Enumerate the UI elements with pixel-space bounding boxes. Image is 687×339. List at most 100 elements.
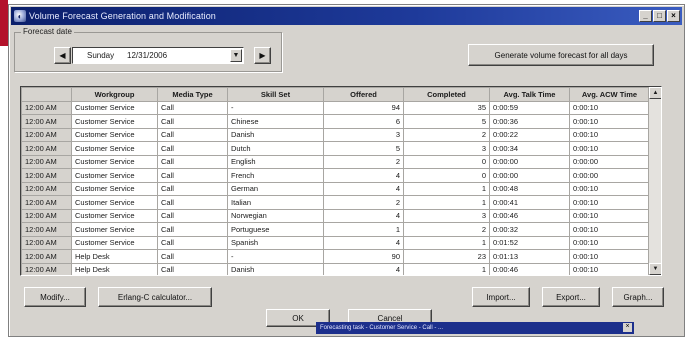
time-cell[interactable]: 12:00 AM bbox=[21, 181, 72, 196]
table-cell[interactable]: Call bbox=[157, 235, 228, 250]
time-cell[interactable]: 12:00 AM bbox=[21, 154, 72, 169]
table-cell[interactable]: Customer Service bbox=[71, 100, 158, 115]
table-row[interactable]: 12:00 AM Customer Service Call Norwegian 4 3 0… bbox=[21, 208, 650, 223]
table-cell[interactable]: Call bbox=[157, 114, 228, 129]
table-cell[interactable]: Call bbox=[157, 181, 228, 196]
table-cell[interactable]: 4 bbox=[323, 208, 404, 223]
table-row[interactable]: 12:00 AM Help Desk Call Danish 4 1 0:00:46 0:00… bbox=[21, 262, 650, 275]
close-button[interactable]: × bbox=[667, 10, 680, 22]
table-cell[interactable]: 0 bbox=[403, 168, 490, 183]
table-cell[interactable]: Customer Service bbox=[71, 141, 158, 156]
previous-day-button[interactable]: ◀ bbox=[54, 47, 71, 64]
column-header[interactable]: Skill Set bbox=[227, 87, 324, 102]
table-cell[interactable]: 35 bbox=[403, 100, 490, 115]
table-cell[interactable]: Customer Service bbox=[71, 235, 158, 250]
table-cell[interactable]: Call bbox=[157, 154, 228, 169]
table-cell[interactable]: Help Desk bbox=[71, 249, 158, 264]
table-row[interactable]: 12:00 AM Customer Service Call Chinese 6 5 0:0… bbox=[21, 114, 650, 129]
table-cell[interactable]: 5 bbox=[323, 141, 404, 156]
time-cell[interactable]: 12:00 AM bbox=[21, 249, 72, 264]
table-cell[interactable]: 23 bbox=[403, 249, 490, 264]
table-cell[interactable]: 0:00:10 bbox=[569, 195, 650, 210]
table-cell[interactable]: 0:00:36 bbox=[489, 114, 570, 129]
status-popup[interactable]: Forecasting task - Customer Service - Ca… bbox=[316, 322, 634, 334]
table-cell[interactable]: 0:00:10 bbox=[569, 262, 650, 275]
table-cell[interactable]: Customer Service bbox=[71, 222, 158, 237]
dropdown-arrow-icon[interactable]: ▼ bbox=[230, 49, 242, 62]
table-cell[interactable]: Chinese bbox=[227, 114, 324, 129]
table-cell[interactable]: 2 bbox=[323, 195, 404, 210]
table-cell[interactable]: English bbox=[227, 154, 324, 169]
table-cell[interactable]: 0 bbox=[403, 154, 490, 169]
table-cell[interactable]: Help Desk bbox=[71, 262, 158, 275]
table-cell[interactable]: Customer Service bbox=[71, 127, 158, 142]
column-header[interactable]: Avg. ACW Time bbox=[569, 87, 650, 102]
table-cell[interactable]: Call bbox=[157, 249, 228, 264]
table-cell[interactable]: Call bbox=[157, 127, 228, 142]
vertical-scrollbar[interactable]: ▲ ▼ bbox=[648, 87, 661, 275]
table-cell[interactable]: 0:01:13 bbox=[489, 249, 570, 264]
table-cell[interactable]: 0:00:10 bbox=[569, 222, 650, 237]
table-cell[interactable]: 3 bbox=[323, 127, 404, 142]
table-cell[interactable]: 0:01:52 bbox=[489, 235, 570, 250]
table-cell[interactable]: Spanish bbox=[227, 235, 324, 250]
table-cell[interactable]: Customer Service bbox=[71, 168, 158, 183]
table-cell[interactable]: 0:00:59 bbox=[489, 100, 570, 115]
time-cell[interactable]: 12:00 AM bbox=[21, 114, 72, 129]
graph-button[interactable]: Graph... bbox=[612, 287, 664, 307]
column-header[interactable]: Avg. Talk Time bbox=[489, 87, 570, 102]
table-cell[interactable]: 5 bbox=[403, 114, 490, 129]
table-cell[interactable]: French bbox=[227, 168, 324, 183]
table-cell[interactable]: Customer Service bbox=[71, 154, 158, 169]
time-cell[interactable]: 12:00 AM bbox=[21, 208, 72, 223]
table-cell[interactable]: 6 bbox=[323, 114, 404, 129]
erlang-calculator-button[interactable]: Erlang-C calculator... bbox=[98, 287, 212, 307]
time-cell[interactable]: 12:00 AM bbox=[21, 262, 72, 275]
table-cell[interactable]: 0:00:10 bbox=[569, 235, 650, 250]
table-cell[interactable]: 0:00:10 bbox=[569, 114, 650, 129]
table-cell[interactable]: Call bbox=[157, 141, 228, 156]
table-row[interactable]: 12:00 AM Help Desk Call -90 23 0:01:13 0:00:10 bbox=[21, 249, 650, 264]
table-cell[interactable]: 4 bbox=[323, 235, 404, 250]
time-cell[interactable]: 12:00 AM bbox=[21, 127, 72, 142]
column-header[interactable]: Media Type bbox=[157, 87, 228, 102]
scroll-up-icon[interactable]: ▲ bbox=[649, 87, 661, 99]
table-cell[interactable]: 0:00:34 bbox=[489, 141, 570, 156]
export-button[interactable]: Export... bbox=[542, 287, 600, 307]
table-cell[interactable]: Call bbox=[157, 195, 228, 210]
table-cell[interactable]: 0:00:00 bbox=[489, 154, 570, 169]
table-cell[interactable]: 0:00:00 bbox=[569, 168, 650, 183]
scroll-down-icon[interactable]: ▼ bbox=[649, 263, 661, 275]
table-row[interactable]: 12:00 AM Customer Service Call Danish 3 2 0:00… bbox=[21, 127, 650, 142]
table-cell[interactable]: Call bbox=[157, 262, 228, 275]
time-cell[interactable]: 12:00 AM bbox=[21, 141, 72, 156]
table-cell[interactable]: 0:00:46 bbox=[489, 208, 570, 223]
time-cell[interactable]: 12:00 AM bbox=[21, 222, 72, 237]
table-cell[interactable]: 2 bbox=[403, 127, 490, 142]
table-cell[interactable]: Danish bbox=[227, 127, 324, 142]
table-row[interactable]: 12:00 AM Customer Service Call German 4 1 0:00… bbox=[21, 181, 650, 196]
table-cell[interactable]: 0:00:22 bbox=[489, 127, 570, 142]
table-cell[interactable]: Norwegian bbox=[227, 208, 324, 223]
table-cell[interactable]: 0:00:10 bbox=[569, 141, 650, 156]
table-cell[interactable]: Italian bbox=[227, 195, 324, 210]
table-cell[interactable]: 0:00:10 bbox=[569, 208, 650, 223]
time-cell[interactable]: 12:00 AM bbox=[21, 168, 72, 183]
table-cell[interactable]: 3 bbox=[403, 208, 490, 223]
table-cell[interactable]: 90 bbox=[323, 249, 404, 264]
table-cell[interactable]: 0:00:00 bbox=[569, 154, 650, 169]
table-cell[interactable]: 0:00:00 bbox=[489, 168, 570, 183]
table-cell[interactable]: 0:00:10 bbox=[569, 127, 650, 142]
status-close-icon[interactable]: × bbox=[623, 323, 632, 332]
maximize-button[interactable]: □ bbox=[653, 10, 666, 22]
column-header[interactable]: Completed bbox=[403, 87, 490, 102]
table-cell[interactable]: 1 bbox=[403, 262, 490, 275]
column-header[interactable]: Workgroup bbox=[71, 87, 158, 102]
table-row[interactable]: 12:00 AM Customer Service Call Italian 2 1 0:0… bbox=[21, 195, 650, 210]
table-cell[interactable]: Customer Service bbox=[71, 195, 158, 210]
table-cell[interactable]: 0:00:32 bbox=[489, 222, 570, 237]
table-cell[interactable]: Customer Service bbox=[71, 114, 158, 129]
table-row[interactable]: 12:00 AM Customer Service Call -94 35 0:00:59… bbox=[21, 100, 650, 115]
time-cell[interactable]: 12:00 AM bbox=[21, 235, 72, 250]
table-cell[interactable]: - bbox=[227, 100, 324, 115]
